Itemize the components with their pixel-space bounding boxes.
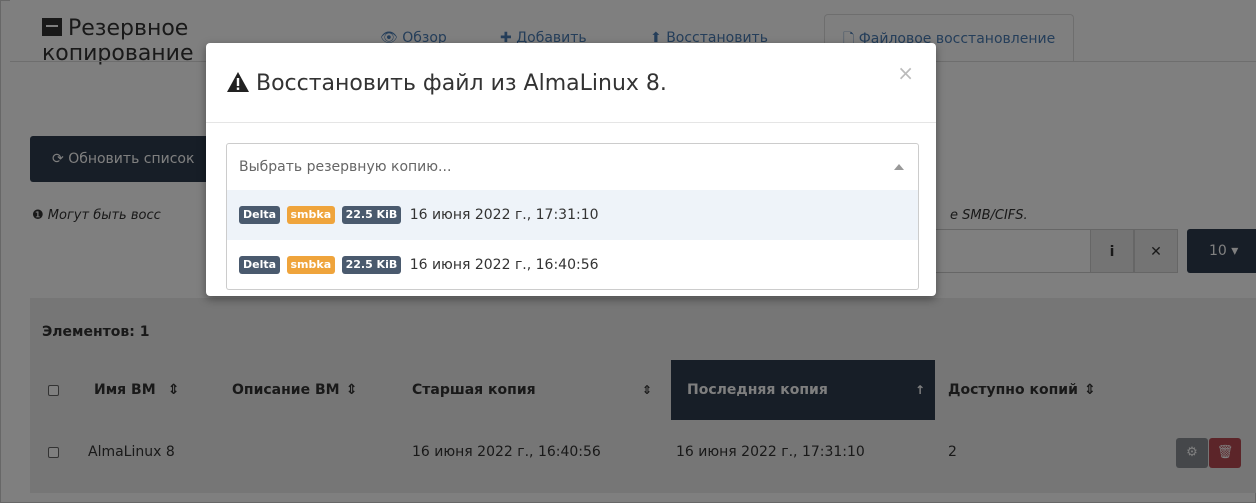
backup-option[interactable]: Delta smbka 22.5 KiB 16 июня 2022 г., 17… [227,190,918,240]
warning-icon [227,72,249,92]
backup-dropdown: Delta smbka 22.5 KiB 16 июня 2022 г., 17… [226,190,919,290]
modal-title: Восстановить файл из AlmaLinux 8. [226,71,667,96]
close-icon[interactable]: × [897,63,914,83]
type-badge: Delta [239,206,281,224]
backup-date: 16 июня 2022 г., 16:40:56 [409,257,599,273]
storage-badge: smbka [286,256,336,274]
backup-date: 16 июня 2022 г., 17:31:10 [409,207,599,223]
modal-header: Восстановить файл из AlmaLinux 8. × [206,43,936,123]
type-badge: Delta [239,256,281,274]
backup-select-placeholder: Выбрать резервную копию... [239,159,452,175]
size-badge: 22.5 KiB [341,206,402,224]
restore-file-modal: Восстановить файл из AlmaLinux 8. × Выбр… [206,43,936,296]
backup-option[interactable]: Delta smbka 22.5 KiB 16 июня 2022 г., 16… [227,240,918,290]
backup-select[interactable]: Выбрать резервную копию... [226,143,919,191]
caret-up-icon [894,164,904,170]
size-badge: 22.5 KiB [341,256,402,274]
storage-badge: smbka [286,206,336,224]
